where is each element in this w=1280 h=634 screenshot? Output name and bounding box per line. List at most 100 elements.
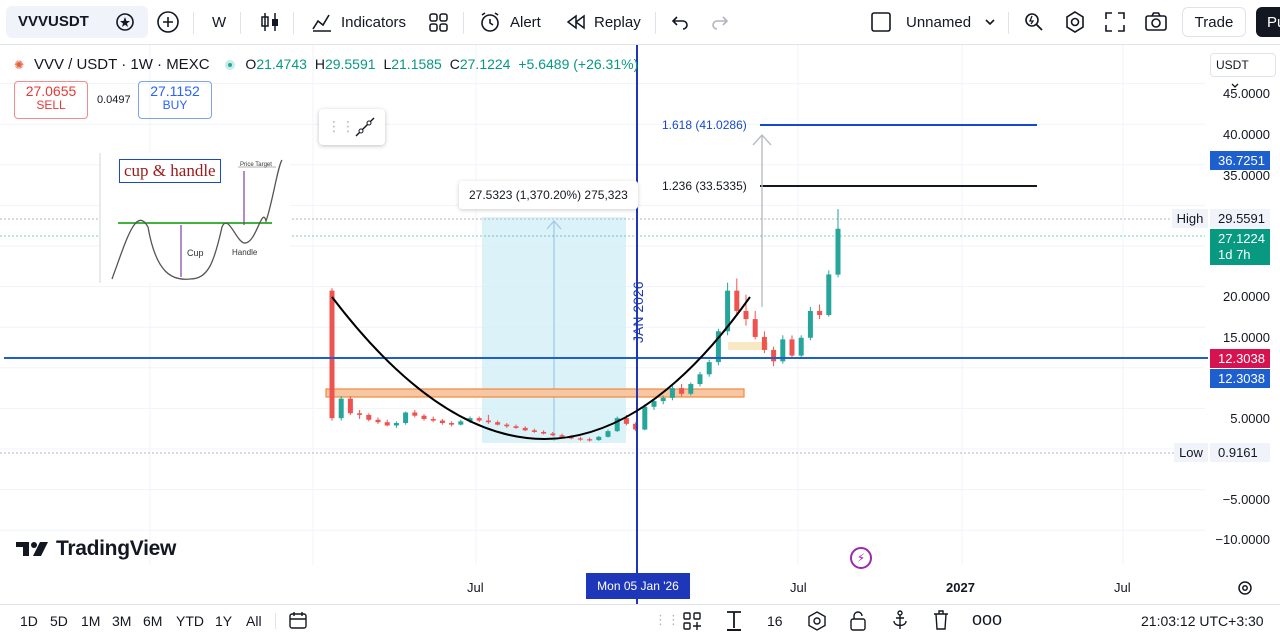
font-size-value[interactable]: 16 [767,613,783,629]
clock-timezone[interactable]: 21:03:12 UTC+3:30 [1141,613,1264,629]
replay-button[interactable]: Replay [566,7,641,37]
cup-handle-label: cup & handle [119,159,221,183]
drawing-toolbar-drag-icon[interactable]: ⋮⋮ [654,612,680,628]
tradingview-app: VVVUSDT W Indicators Alert Replay Unname… [0,0,1280,634]
candle-down [817,310,823,316]
chevron-down-icon [985,19,995,26]
candle-down [679,388,685,394]
floating-drawing-toolbar[interactable]: ⋮⋮ [319,109,385,145]
publish-label: Pu [1267,13,1280,31]
candle-down [357,413,363,415]
candle-down [587,439,593,441]
alert-label: Alert [510,13,541,31]
chart-pane[interactable]: JAN 2026 Cup Handle Price Target ✺ VVV /… [0,45,1280,604]
low-price-tag: 0.9161 [1210,443,1270,462]
trend-line-tool-icon[interactable] [353,116,377,138]
price-tick: 45.0000 [1223,86,1270,101]
candle-down [504,424,510,427]
candle-down [384,422,390,426]
crosshair-date-label: Mon 05 Jan '26 [586,573,690,599]
interval-button[interactable]: W [212,7,226,37]
alert-button[interactable]: Alert [478,7,541,37]
redo-icon[interactable] [710,7,730,37]
publish-button[interactable]: Pu [1256,7,1280,37]
tradingview-logo-icon [16,542,48,556]
fullscreen-icon[interactable] [1104,7,1126,37]
top-toolbar: VVVUSDT W Indicators Alert Replay Unname… [0,0,1280,45]
candle-down [771,349,777,362]
style-settings-icon[interactable] [806,610,828,632]
candle-down [623,418,629,424]
tradingview-logo[interactable]: TradingView [16,537,176,561]
symbol-legend: ✺ VVV / USDT · 1W · MEXC O21.4743 H29.55… [14,56,638,73]
candle-down [531,430,537,432]
candle-down [485,420,491,423]
symbol-label: VVVUSDT [18,13,89,30]
legend-h-value: 29.5591 [324,56,376,72]
go-to-date-icon[interactable] [288,611,310,631]
indicators-icon [312,14,331,32]
chart-canvas[interactable]: JAN 2026 Cup Handle Price Target [0,45,1280,604]
range-1d-button[interactable]: 1D [20,613,38,629]
bar-countdown: 1d 7h [1218,247,1251,262]
more-options-icon[interactable]: ooo [972,609,1002,630]
candle-up [835,228,841,275]
currency-selector[interactable]: USDT [1210,53,1276,88]
undo-icon[interactable] [670,7,690,37]
price-tick: 20.0000 [1223,289,1270,304]
settings-gear-icon[interactable] [1063,7,1087,37]
range-5d-button[interactable]: 5D [50,613,68,629]
range-1y-button[interactable]: 1Y [215,613,232,629]
buy-price: 27.1152 [150,83,200,99]
candle-down [430,418,436,421]
anchor-icon[interactable] [890,609,910,631]
text-tool-icon[interactable] [724,609,744,631]
fib-1618-label: 1.618 (41.0286) [662,118,747,132]
candle-type-icon[interactable] [259,7,281,37]
range-all-button[interactable]: All [246,613,262,629]
candle-up [651,401,657,407]
range-1m-button[interactable]: 1M [81,613,100,629]
object-tree-icon[interactable] [682,611,704,631]
sell-label: SELL [36,98,66,112]
vertical-line-label: JAN 2026 [630,281,646,343]
compare-symbol-plus-icon[interactable] [156,7,180,37]
quick-search-icon[interactable] [1022,7,1046,37]
line-price-tag-a: 12.3038 [1210,349,1270,368]
templates-grid-icon[interactable] [428,7,450,37]
trade-button[interactable]: Trade [1182,7,1246,37]
legend-c-value: 27.1224 [459,56,511,72]
buy-button[interactable]: 27.1152 BUY [138,81,212,119]
time-tick: Jul [467,580,484,595]
range-ytd-button[interactable]: YTD [176,613,204,629]
add-symbol-favorite-icon[interactable] [114,7,136,37]
legend-l-value: 21.1585 [391,56,442,72]
lightning-event-icon[interactable]: ⚡ [850,547,872,569]
candle-down [522,427,528,431]
sell-button[interactable]: 27.0655 SELL [14,81,88,119]
candle-down [761,336,767,350]
candle-up [798,337,804,356]
sell-price: 27.0655 [25,83,77,99]
candle-up [403,412,409,424]
trash-icon[interactable] [931,609,951,631]
interval-label: W [212,13,227,31]
market-open-dot [225,60,236,71]
range-3m-button[interactable]: 3M [112,613,131,629]
axis-settings-gear-icon[interactable] [1236,579,1254,597]
last-price-value: 27.1224 [1218,231,1265,246]
drag-handle-icon[interactable]: ⋮⋮ [327,118,355,135]
lock-icon[interactable] [848,610,868,632]
price-target-label: Price Target [240,162,272,168]
candle-down [752,319,758,337]
screenshot-camera-icon[interactable] [1144,7,1168,37]
indicators-button[interactable]: Indicators [311,7,406,37]
layout-name-button[interactable]: Unnamed [870,7,997,37]
alarm-clock-icon [481,12,499,32]
legend-c-key: C [449,56,460,72]
range-6m-button[interactable]: 6M [143,613,162,629]
candle-down [559,435,565,437]
fib-1236-label: 1.236 (33.5335) [662,179,747,193]
cup-label: Cup [187,248,204,258]
legend-o-key: O [245,56,257,72]
